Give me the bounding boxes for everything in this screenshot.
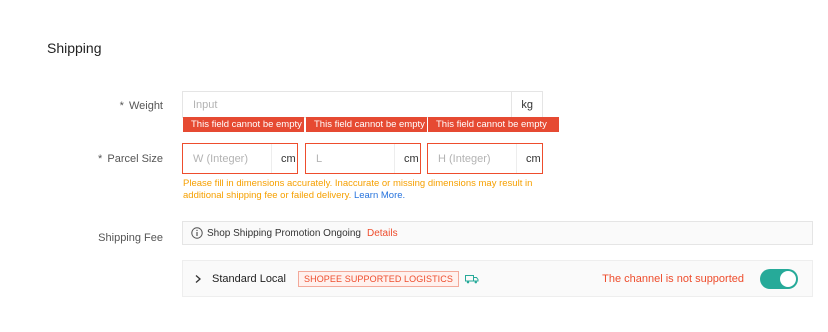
promotion-bar: Shop Shipping Promotion Ongoing Details [182, 221, 813, 245]
weight-label: * Weight [120, 100, 163, 112]
shipping-section-title: Shipping [47, 40, 102, 56]
learn-more-link[interactable]: Learn More. [354, 190, 405, 201]
promotion-text: Shop Shipping Promotion Ongoing [207, 227, 361, 239]
channel-status: The channel is not supported [602, 272, 744, 285]
width-unit: cm [271, 144, 305, 173]
height-error-tooltip: This field cannot be empty [428, 117, 559, 132]
parcel-size-label-text: Parcel Size [107, 153, 163, 165]
width-error-tooltip: This field cannot be empty [183, 117, 304, 132]
width-input-group: cm [182, 143, 298, 174]
required-mark: * [98, 153, 103, 165]
shipping-channel-row[interactable]: Standard Local SHOPEE SUPPORTED LOGISTIC… [182, 260, 813, 297]
length-unit: cm [394, 144, 428, 173]
length-input[interactable] [306, 143, 394, 174]
height-unit: cm [516, 144, 550, 173]
weight-unit: kg [511, 92, 542, 117]
width-input[interactable] [183, 143, 271, 174]
weight-label-text: Weight [128, 100, 163, 112]
required-mark: * [119, 100, 124, 112]
channel-name: Standard Local [212, 272, 286, 285]
height-input-group: cm [427, 143, 543, 174]
length-input-group: cm [305, 143, 421, 174]
truck-icon [464, 274, 479, 284]
weight-input[interactable] [183, 91, 512, 118]
weight-input-group: kg [182, 91, 543, 118]
length-error-tooltip: This field cannot be empty [306, 117, 427, 132]
dimension-hint: Please fill in dimensions accurately. In… [183, 178, 553, 202]
promotion-details-link[interactable]: Details [367, 228, 398, 239]
chevron-right-icon[interactable] [193, 274, 203, 284]
shipping-fee-label: Shipping Fee [98, 232, 163, 244]
parcel-size-label: * Parcel Size [98, 153, 163, 165]
channel-toggle[interactable] [760, 268, 798, 289]
toggle-knob [780, 270, 796, 287]
height-input[interactable] [428, 143, 516, 174]
info-icon [191, 227, 203, 239]
logistics-badge: SHOPEE SUPPORTED LOGISTICS [298, 270, 459, 287]
